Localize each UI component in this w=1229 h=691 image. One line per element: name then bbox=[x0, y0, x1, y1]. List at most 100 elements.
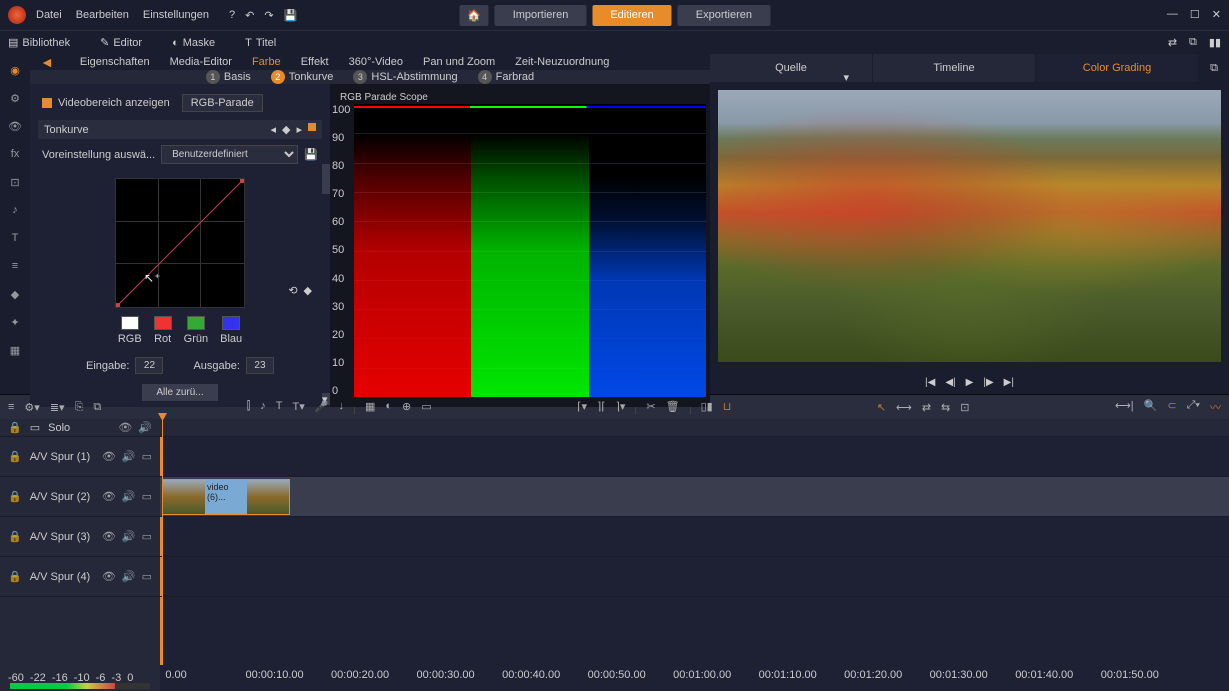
lock-icon[interactable]: 🔒 bbox=[8, 490, 22, 503]
video-clip[interactable]: video (6)... bbox=[162, 479, 290, 515]
track-row-4[interactable] bbox=[160, 557, 1229, 597]
tonecurve-subtab[interactable]: 2Tonkurve bbox=[271, 70, 334, 84]
section-enable-icon[interactable] bbox=[308, 123, 316, 131]
library-tab[interactable]: ▤Bibliothek bbox=[8, 36, 70, 49]
tl-expand-icon[interactable]: ⤢▾ bbox=[1187, 399, 1200, 415]
preview-colorgrading-tab[interactable]: Color Grading bbox=[1036, 54, 1199, 82]
tl-crop2-icon[interactable]: ⊡ bbox=[960, 401, 969, 414]
swatch-blue[interactable]: Blau bbox=[220, 316, 242, 345]
tl-menu-icon[interactable]: ≡ bbox=[8, 401, 14, 414]
input-value[interactable] bbox=[135, 357, 163, 374]
show-videorange-checkbox[interactable] bbox=[42, 98, 52, 108]
mask-tab[interactable]: ◐Maske bbox=[172, 37, 215, 49]
output-value[interactable] bbox=[246, 357, 274, 374]
colorwheel-subtab[interactable]: 4Farbrad bbox=[478, 70, 535, 84]
redo-icon[interactable]: ↷ bbox=[264, 9, 273, 22]
tl-fit-icon[interactable]: ⟷| bbox=[1115, 399, 1134, 415]
tl-split-icon[interactable]: ⌉⌈ bbox=[597, 400, 606, 414]
lock-icon[interactable]: 🔒 bbox=[8, 450, 22, 463]
goto-end-icon[interactable]: ▶| bbox=[1004, 377, 1014, 388]
preview-popout-icon[interactable]: ⧉ bbox=[1199, 54, 1229, 82]
basic-subtab[interactable]: 1Basis bbox=[206, 70, 251, 84]
tl-delete-icon[interactable]: 🗑 bbox=[666, 400, 680, 414]
track-row-3[interactable] bbox=[160, 517, 1229, 557]
timeline-tracks[interactable]: video (6)... bbox=[160, 419, 1229, 665]
help-icon[interactable]: ? bbox=[229, 9, 235, 22]
step-back-icon[interactable]: ◀| bbox=[945, 377, 955, 388]
tl-slide-icon[interactable]: ⇆ bbox=[941, 401, 950, 414]
rail-adjust-icon[interactable]: ≡ bbox=[7, 258, 23, 274]
maximize-icon[interactable]: ☐ bbox=[1190, 8, 1200, 21]
tl-text-icon[interactable]: T bbox=[276, 400, 283, 414]
popout-icon[interactable]: ⧉ bbox=[1189, 36, 1197, 49]
tl-copy-icon[interactable]: ⎘ bbox=[75, 401, 84, 414]
link-icon[interactable]: ⇄ bbox=[1168, 36, 1177, 49]
eye-icon[interactable]: 👁 bbox=[102, 450, 116, 463]
preview-timeline-tab[interactable]: Timeline bbox=[873, 54, 1036, 82]
media-editor-tab[interactable]: Media-Editor bbox=[170, 56, 232, 68]
speaker-icon[interactable]: 🔊 bbox=[122, 570, 136, 583]
swatch-red[interactable]: Rot bbox=[154, 316, 172, 345]
track-menu-icon[interactable]: ▭ bbox=[142, 450, 152, 463]
tone-curve-editor[interactable]: ↖⁺ bbox=[115, 178, 245, 308]
timeremap-tab[interactable]: Zeit-Neuzuordnung bbox=[515, 56, 609, 68]
tl-split-out-icon[interactable]: ⌉▾ bbox=[616, 400, 626, 414]
import-button[interactable]: Importieren bbox=[495, 5, 587, 26]
tl-overlay-icon[interactable]: ◐ bbox=[385, 400, 392, 414]
tl-text2-icon[interactable]: T▾ bbox=[293, 400, 305, 414]
title-tab[interactable]: TTitel bbox=[245, 37, 276, 49]
menu-edit[interactable]: Bearbeiten bbox=[76, 9, 129, 21]
speaker-icon[interactable]: 🔊 bbox=[122, 450, 136, 463]
tl-mic-icon[interactable]: 🎤 bbox=[315, 400, 329, 414]
back-icon[interactable]: ◄ bbox=[40, 54, 54, 70]
tl-audio-icon[interactable]: ♪ bbox=[260, 400, 266, 414]
track-menu-icon[interactable]: ▭ bbox=[142, 570, 152, 583]
track-row-2[interactable]: video (6)... bbox=[160, 477, 1229, 517]
rail-eye-icon[interactable]: 👁 bbox=[7, 118, 23, 134]
tl-cut-icon[interactable]: ✂ bbox=[646, 400, 655, 414]
close-icon[interactable]: ✕ bbox=[1212, 8, 1221, 21]
tl-split-in-icon[interactable]: ⌈▾ bbox=[577, 400, 587, 414]
lock-icon[interactable]: 🔒 bbox=[8, 570, 22, 583]
tl-zoom-icon[interactable]: 🔍 bbox=[1144, 399, 1158, 415]
swatch-rgb[interactable]: RGB bbox=[118, 316, 142, 345]
editor-tab[interactable]: ✎Editor bbox=[100, 36, 142, 49]
curve-reset-icon[interactable]: ⟲ bbox=[288, 284, 297, 297]
color-tab[interactable]: Farbe bbox=[252, 56, 281, 68]
tl-layers-icon[interactable]: ≣▾ bbox=[50, 401, 65, 414]
solo-track-row[interactable] bbox=[160, 419, 1229, 437]
tl-wave-icon[interactable]: 〰 bbox=[1210, 399, 1221, 415]
effect-tab[interactable]: Effekt bbox=[301, 56, 329, 68]
tl-magnet-icon[interactable]: ⊔ bbox=[723, 400, 732, 414]
tl-paste-icon[interactable]: ⧉ bbox=[93, 401, 101, 414]
undo-icon[interactable]: ↶ bbox=[245, 9, 254, 22]
save-icon[interactable]: 💾 bbox=[284, 9, 298, 22]
video360-tab[interactable]: 360°-Video bbox=[349, 56, 403, 68]
play-icon[interactable]: ▶ bbox=[966, 377, 974, 388]
rail-color-icon[interactable]: ◉ bbox=[7, 62, 23, 78]
track-menu-icon[interactable]: ▭ bbox=[142, 530, 152, 543]
eye-icon[interactable]: 👁 bbox=[102, 530, 116, 543]
playhead[interactable] bbox=[162, 419, 163, 665]
track-head-1[interactable]: 🔒A/V Spur (1)👁🔊▭ bbox=[0, 437, 160, 477]
rail-wand-icon[interactable]: ✦ bbox=[7, 314, 23, 330]
tl-slip-icon[interactable]: ⇄ bbox=[922, 401, 931, 414]
rail-gear-icon[interactable]: ⚙ bbox=[7, 90, 23, 106]
step-fwd-icon[interactable]: |▶ bbox=[983, 377, 993, 388]
keyframe-prev-icon[interactable]: ◂ bbox=[270, 123, 276, 136]
export-button[interactable]: Exportieren bbox=[678, 5, 770, 26]
rail-text-icon[interactable]: T bbox=[7, 230, 23, 246]
track-head-3[interactable]: 🔒A/V Spur (3)👁🔊▭ bbox=[0, 517, 160, 557]
tl-grid-icon[interactable]: ▦ bbox=[365, 400, 375, 414]
rail-grid-icon[interactable]: ▦ bbox=[7, 342, 23, 358]
rail-music-icon[interactable]: ♪ bbox=[7, 202, 23, 218]
reset-all-button[interactable]: Alle zurü... bbox=[142, 384, 217, 401]
track-head-2[interactable]: 🔒A/V Spur (2)👁🔊▭ bbox=[0, 477, 160, 517]
home-button[interactable]: 🏠 bbox=[459, 5, 489, 26]
rail-fx-icon[interactable]: fx bbox=[7, 146, 23, 162]
track-row-1[interactable] bbox=[160, 437, 1229, 477]
preview-viewport[interactable] bbox=[718, 90, 1221, 362]
goto-start-icon[interactable]: |◀ bbox=[925, 377, 935, 388]
tl-markers-icon[interactable]: ⫿ bbox=[247, 400, 251, 414]
tl-range-icon[interactable]: ⟷ bbox=[896, 401, 912, 414]
